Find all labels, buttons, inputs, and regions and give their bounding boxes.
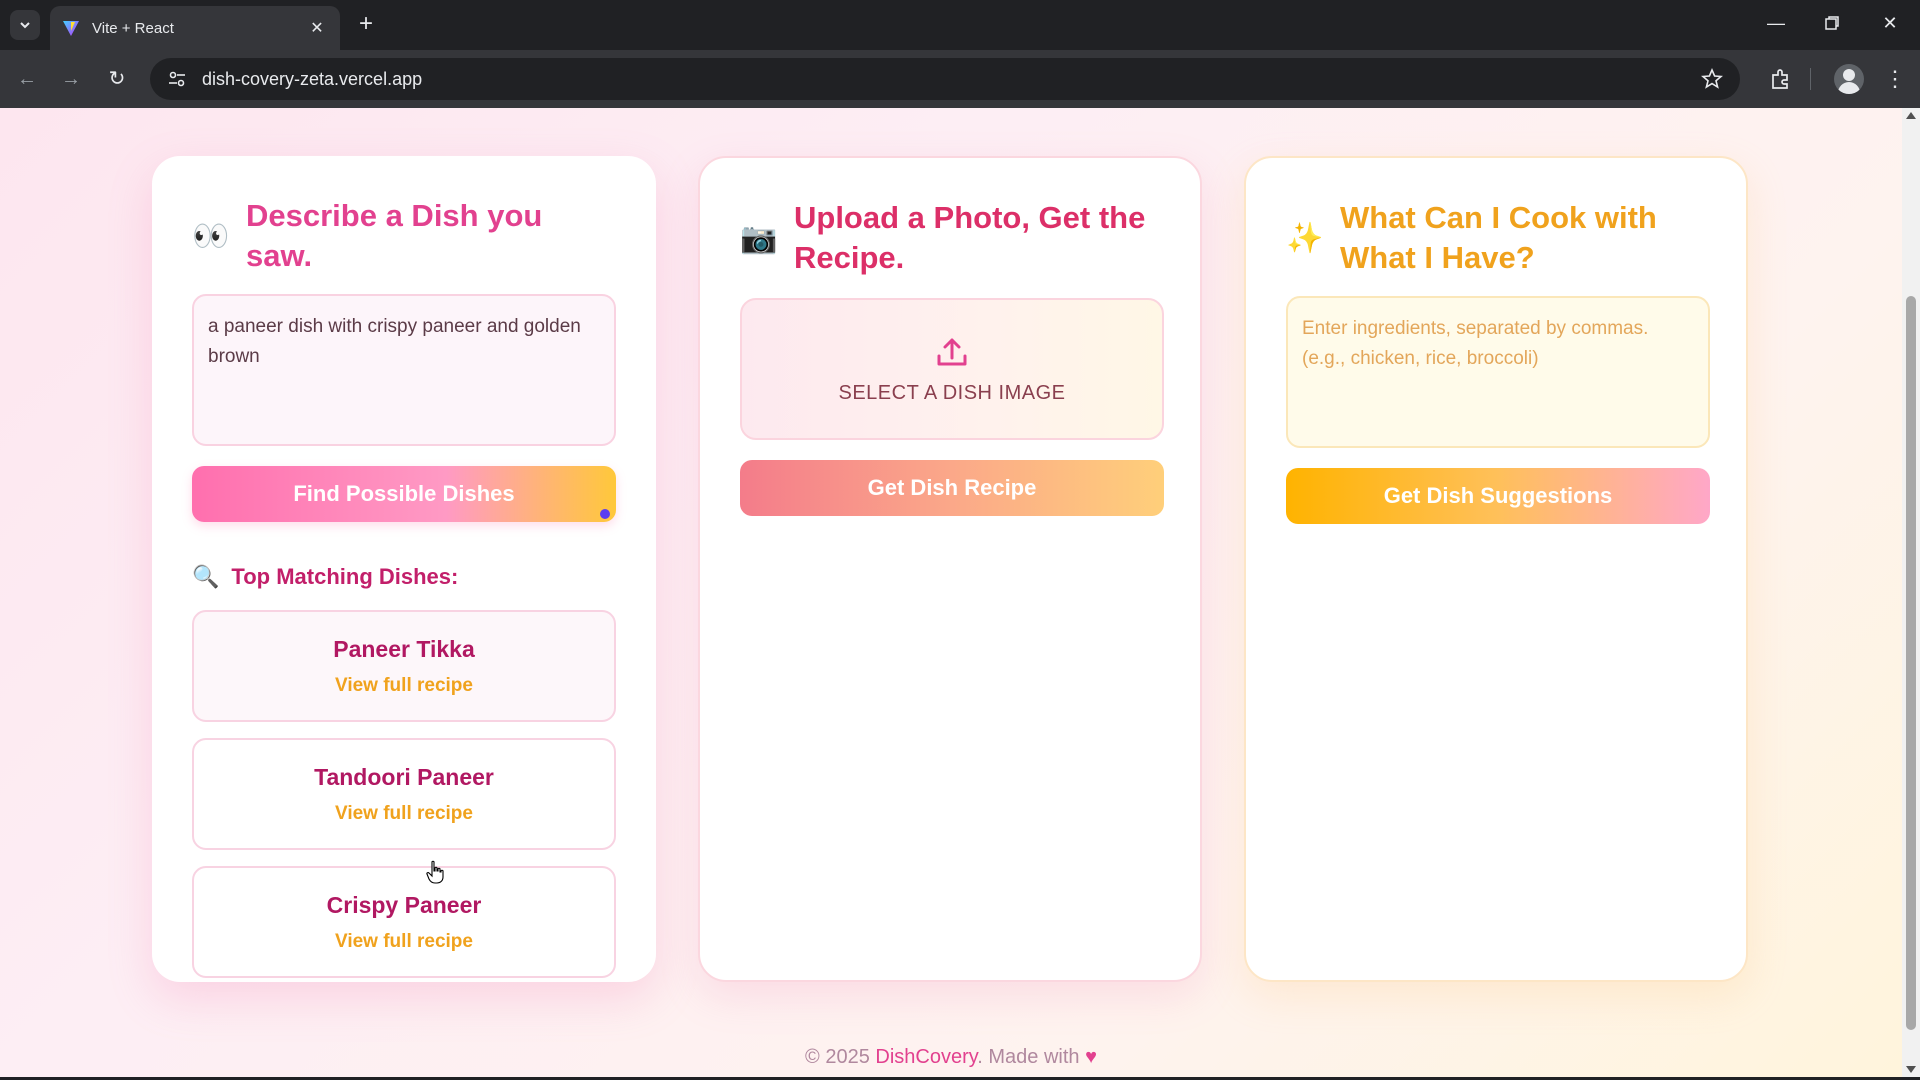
reload-icon[interactable]: ↻ xyxy=(102,64,132,94)
restore-icon[interactable] xyxy=(1812,8,1852,38)
dish-name: Tandoori Paneer xyxy=(314,764,494,790)
camera-icon: 📷 xyxy=(740,221,778,255)
get-dish-recipe-button[interactable]: Get Dish Recipe xyxy=(740,460,1164,516)
browser-tab[interactable]: Vite + React ✕ xyxy=(50,6,340,50)
scroll-up-icon[interactable] xyxy=(1906,112,1916,119)
dish-results-list: Paneer Tikka View full recipe Tandoori P… xyxy=(192,610,616,978)
browser-toolbar: ← → ↻ dish-covery-zeta.vercel.app ⋮ xyxy=(0,50,1920,108)
address-bar[interactable]: dish-covery-zeta.vercel.app xyxy=(150,58,1740,100)
url-text: dish-covery-zeta.vercel.app xyxy=(202,68,423,89)
back-icon[interactable]: ← xyxy=(12,64,42,94)
indicator-dot xyxy=(600,509,610,519)
page-footer: © 2025 DishCovery. Made with ♥ xyxy=(0,1046,1902,1069)
footer-made-with: . Made with xyxy=(977,1046,1086,1068)
find-button-label: Find Possible Dishes xyxy=(293,481,515,506)
top-matches-label: Top Matching Dishes: xyxy=(231,564,459,589)
scrollbar-thumb[interactable] xyxy=(1906,296,1916,1030)
describe-title: Describe a Dish you saw. xyxy=(246,198,543,273)
view-full-recipe-link[interactable]: View full recipe xyxy=(194,803,614,825)
toolbar-divider xyxy=(1810,68,1811,90)
view-full-recipe-link[interactable]: View full recipe xyxy=(194,675,614,697)
forward-icon[interactable]: → xyxy=(56,64,86,94)
dish-name: Crispy Paneer xyxy=(326,892,482,918)
site-info-icon[interactable] xyxy=(166,68,188,90)
cook-header: ✨ What Can I Cook with What I Have? xyxy=(1286,198,1706,278)
hand-cursor-icon xyxy=(426,860,444,884)
upload-header: 📷 Upload a Photo, Get the Recipe. xyxy=(740,198,1160,278)
find-possible-dishes-button[interactable]: Find Possible Dishes xyxy=(192,466,616,522)
cook-title: What Can I Cook with What I Have? xyxy=(1340,200,1657,275)
get-dish-suggestions-button[interactable]: Get Dish Suggestions xyxy=(1286,468,1710,524)
dish-result-card[interactable]: Tandoori Paneer View full recipe xyxy=(192,738,616,850)
dish-result-card[interactable]: Crispy Paneer View full recipe xyxy=(192,866,616,978)
image-dropzone[interactable]: SELECT A DISH IMAGE xyxy=(740,298,1164,440)
describe-header: 👀 Describe a Dish you saw. xyxy=(192,196,616,276)
scroll-down-icon[interactable] xyxy=(1906,1066,1916,1073)
footer-brand-link[interactable]: DishCovery xyxy=(875,1046,977,1068)
browser-tab-bar: Vite + React ✕ + — ✕ xyxy=(0,0,1920,50)
cook-with-ingredients-card: ✨ What Can I Cook with What I Have? Ente… xyxy=(1244,156,1748,982)
plus-icon[interactable]: + xyxy=(352,11,380,39)
vite-logo-icon xyxy=(63,21,79,36)
upload-title: Upload a Photo, Get the Recipe. xyxy=(794,200,1146,275)
chevron-down-icon xyxy=(20,22,30,29)
sparkles-icon: ✨ xyxy=(1286,221,1324,255)
page-viewport: 👀 Describe a Dish you saw. a paneer dish… xyxy=(0,108,1902,1077)
dish-description-input[interactable]: a paneer dish with crispy paneer and gol… xyxy=(192,294,616,446)
upload-icon xyxy=(937,338,967,365)
eyes-icon: 👀 xyxy=(192,219,230,253)
footer-copyright: © 2025 xyxy=(805,1046,876,1068)
minimize-icon[interactable]: — xyxy=(1756,8,1796,38)
top-matches-heading: 🔍 Top Matching Dishes: xyxy=(192,564,616,590)
more-menu-icon[interactable]: ⋮ xyxy=(1880,64,1910,94)
close-icon[interactable]: ✕ xyxy=(306,18,328,38)
vertical-scrollbar[interactable] xyxy=(1902,108,1920,1077)
view-full-recipe-link[interactable]: View full recipe xyxy=(194,931,614,953)
avatar[interactable] xyxy=(1834,64,1864,94)
describe-dish-card: 👀 Describe a Dish you saw. a paneer dish… xyxy=(152,156,656,982)
heart-icon: ♥ xyxy=(1085,1046,1097,1068)
select-dish-image-label: SELECT A DISH IMAGE xyxy=(838,381,1066,404)
upload-photo-card: 📷 Upload a Photo, Get the Recipe. SELECT… xyxy=(698,156,1202,982)
tab-title: Vite + React xyxy=(92,19,174,37)
ingredients-input[interactable]: Enter ingredients, separated by commas. … xyxy=(1286,296,1710,448)
tab-search-button[interactable] xyxy=(10,10,40,40)
close-window-icon[interactable]: ✕ xyxy=(1870,8,1910,38)
dish-name: Paneer Tikka xyxy=(333,636,475,662)
dish-result-card[interactable]: Paneer Tikka View full recipe xyxy=(192,610,616,722)
extensions-icon[interactable] xyxy=(1768,66,1794,92)
magnifier-icon: 🔍 xyxy=(192,564,220,589)
bookmark-star-icon[interactable] xyxy=(1700,67,1724,91)
